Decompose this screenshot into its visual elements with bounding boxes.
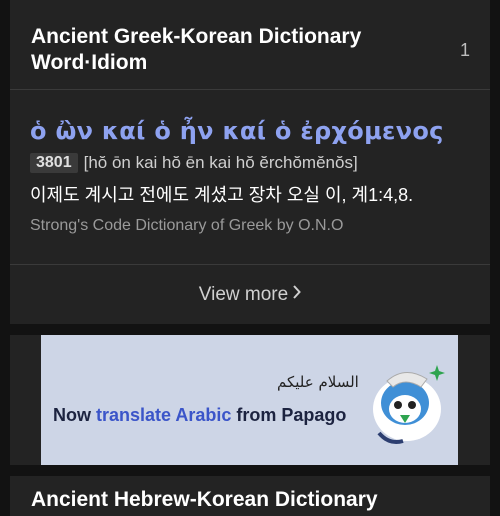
view-more-button[interactable]: View more	[10, 265, 490, 324]
papago-mascot-icon	[373, 365, 445, 444]
ad-text-suffix: from Papago	[231, 405, 347, 425]
card-title: Ancient Hebrew-Korean Dictionary	[31, 488, 378, 511]
entry-headword[interactable]: ὁ ὢν καί ὁ ἦν καί ὁ ἐρχόμενος	[30, 117, 444, 145]
result-count: 1	[459, 40, 470, 60]
ad-headline: Now translate Arabic from Papago	[53, 405, 346, 426]
ad-container: السلام عليكم Now translate Arabic from P…	[10, 335, 490, 465]
pronunciation: [hŏ ōn kai hŏ ēn kai hŏ ĕrchŏmĕnŏs]	[83, 153, 358, 172]
entry-definition: 이제도 계시고 전에도 계셨고 장차 오실 이, 계1:4,8.	[30, 185, 414, 205]
hebrew-dictionary-card: Ancient Hebrew-Korean Dictionary	[10, 476, 490, 516]
card-header: Ancient Greek-Korean Dictionary Word·Idi…	[10, 0, 490, 90]
card-title: Ancient Greek-Korean Dictionary Word·Idi…	[31, 25, 362, 74]
papago-ad-banner[interactable]: السلام عليكم Now translate Arabic from P…	[41, 335, 458, 465]
entry-meta: 3801 [hŏ ōn kai hŏ ēn kai hŏ ĕrchŏmĕnŏs]	[30, 152, 358, 174]
entry-source: Strong's Code Dictionary of Greek by O.N…	[30, 217, 344, 234]
view-more-label: View more	[198, 283, 289, 305]
ad-text-highlight: translate Arabic	[96, 405, 232, 425]
greek-dictionary-card: Ancient Greek-Korean Dictionary Word·Idi…	[10, 0, 490, 324]
ad-arabic-greeting: السلام عليكم	[277, 373, 359, 391]
strongs-number-badge: 3801	[30, 153, 78, 173]
ad-text-prefix: Now	[53, 405, 96, 425]
chevron-right-icon	[292, 285, 302, 304]
